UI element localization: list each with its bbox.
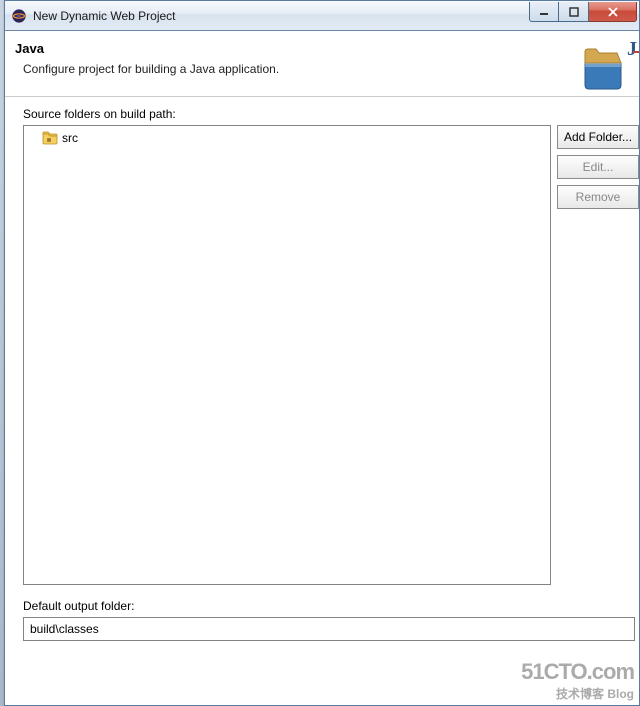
list-item-label: src: [62, 131, 78, 145]
package-folder-icon: [42, 131, 58, 145]
window-controls: [529, 2, 637, 22]
remove-button[interactable]: Remove: [557, 185, 639, 209]
java-wizard-icon: J: [579, 37, 639, 93]
eclipse-icon: [11, 8, 27, 24]
source-folders-list[interactable]: src: [23, 125, 551, 585]
close-button[interactable]: [589, 2, 637, 22]
svg-text:J: J: [627, 38, 637, 60]
output-folder-input[interactable]: [23, 617, 635, 641]
add-folder-button[interactable]: Add Folder...: [557, 125, 639, 149]
wizard-content: Source folders on build path: src: [5, 97, 639, 651]
dialog-window: New Dynamic Web Project Java Configure p…: [4, 0, 640, 706]
titlebar[interactable]: New Dynamic Web Project: [5, 1, 639, 31]
maximize-button[interactable]: [559, 2, 589, 22]
edit-button[interactable]: Edit...: [557, 155, 639, 179]
minimize-button[interactable]: [529, 2, 559, 22]
page-title: Java: [15, 41, 623, 56]
list-item[interactable]: src: [28, 130, 546, 146]
output-folder-label: Default output folder:: [23, 599, 639, 613]
page-description: Configure project for building a Java ap…: [23, 62, 623, 76]
source-folders-label: Source folders on build path:: [23, 107, 639, 121]
wizard-header: Java Configure project for building a Ja…: [5, 31, 639, 97]
window-title: New Dynamic Web Project: [33, 9, 529, 23]
